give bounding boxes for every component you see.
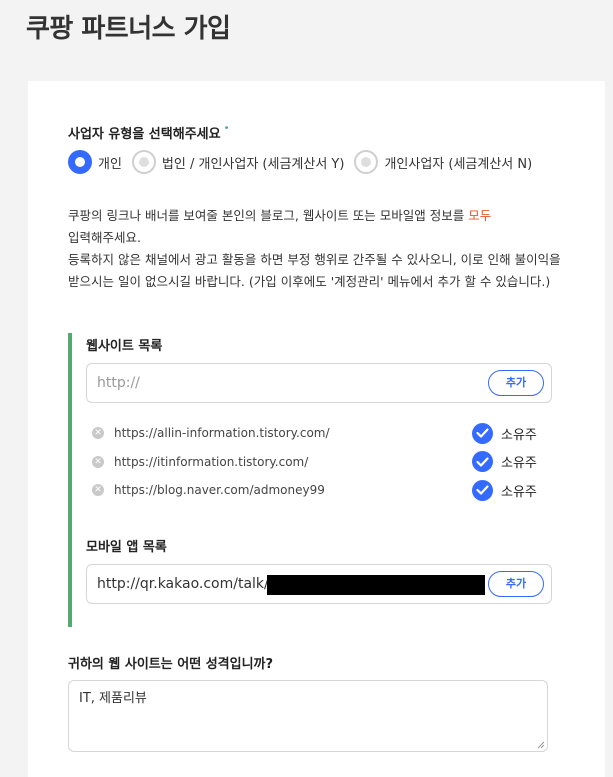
site-nature-textarea[interactable]: IT, 제품리뷰: [79, 687, 534, 747]
site-nature-label: 귀하의 웹 사이트는 어떤 성격입니까?: [68, 657, 274, 672]
description-line3: 등록하지 않은 채널에서 광고 활동을 하면 부정 행위로 간주될 수 있사오니…: [68, 252, 561, 289]
radio-button[interactable]: [131, 150, 156, 174]
website-input-box: 추가: [86, 363, 552, 403]
page-title: 쿠팡 파트너스 가입: [26, 14, 231, 44]
radio-option-sole-proprietor[interactable]: 개인사업자 (세금계산서 N): [354, 150, 532, 174]
website-url: https://blog.naver.com/admoney99: [114, 483, 325, 498]
radio-option-individual[interactable]: 개인: [68, 150, 122, 174]
remove-icon[interactable]: ✕: [92, 455, 104, 468]
business-type-radio-group: 개인 법인 / 개인사업자 (세금계산서 Y) 개인사업자 (세금계산서 N): [68, 150, 542, 174]
radio-button-checked[interactable]: [68, 150, 92, 174]
channel-section: 웹사이트 목록 추가 ✕ https://allin-information.t…: [68, 333, 568, 627]
website-list-item: ✕ https://itinformation.tistory.com/ 소유주: [86, 448, 552, 477]
remove-icon[interactable]: ✕: [92, 427, 104, 440]
owner-label: 소유주: [501, 427, 537, 443]
website-list: ✕ https://allin-information.tistory.com/…: [86, 419, 552, 505]
mobile-app-input-box: 추가: [86, 564, 552, 604]
description-line2: 입력해주세요.: [68, 230, 141, 245]
check-icon[interactable]: [472, 451, 493, 473]
resize-handle-icon[interactable]: [536, 740, 545, 749]
radio-button[interactable]: [354, 150, 379, 174]
website-url-input[interactable]: [97, 372, 467, 394]
website-list-label: 웹사이트 목록: [86, 339, 163, 354]
website-url: https://itinformation.tistory.com/: [114, 454, 309, 469]
description-accent: 모두: [468, 208, 492, 223]
radio-option-corporate[interactable]: 법인 / 개인사업자 (세금계산서 Y): [131, 150, 345, 174]
website-list-item: ✕ https://allin-information.tistory.com/…: [86, 419, 552, 448]
owner-check[interactable]: 소유주: [472, 422, 537, 444]
radio-option-label: 개인사업자 (세금계산서 N): [384, 156, 533, 172]
description-line1: 쿠팡의 링크나 배너를 보여줄 본인의 블로그, 웹사이트 또는 모바일앱 정보…: [68, 208, 469, 223]
add-website-button[interactable]: 추가: [488, 370, 544, 396]
required-mark: •: [223, 123, 230, 134]
business-type-label: 사업자 유형을 선택해주세요: [68, 127, 221, 142]
business-type-question: 사업자 유형을 선택해주세요 •: [68, 123, 229, 142]
website-list-item: ✕ https://blog.naver.com/admoney99 소유주: [86, 476, 552, 505]
check-icon[interactable]: [472, 479, 493, 501]
owner-label: 소유주: [501, 484, 537, 500]
redaction-block: [267, 575, 485, 595]
remove-icon[interactable]: ✕: [92, 484, 104, 497]
owner-check[interactable]: 소유주: [472, 479, 537, 501]
signup-form-card: 사업자 유형을 선택해주세요 • 개인 법인 / 개인사업자 (세금계산서 Y) …: [28, 81, 605, 777]
site-nature-textarea-box: IT, 제품리뷰: [68, 680, 548, 752]
website-url: https://allin-information.tistory.com/: [114, 426, 330, 441]
site-nature-question: 귀하의 웹 사이트는 어떤 성격입니까?: [68, 653, 273, 672]
channel-description: 쿠팡의 링크나 배너를 보여줄 본인의 블로그, 웹사이트 또는 모바일앱 정보…: [68, 205, 568, 293]
add-mobile-app-button[interactable]: 추가: [488, 571, 544, 597]
check-icon[interactable]: [472, 422, 493, 444]
radio-option-label: 법인 / 개인사업자 (세금계산서 Y): [161, 156, 345, 172]
owner-check[interactable]: 소유주: [472, 451, 537, 473]
owner-label: 소유주: [501, 456, 537, 472]
radio-option-label: 개인: [98, 156, 122, 172]
mobile-app-list-label: 모바일 앱 목록: [86, 540, 167, 555]
